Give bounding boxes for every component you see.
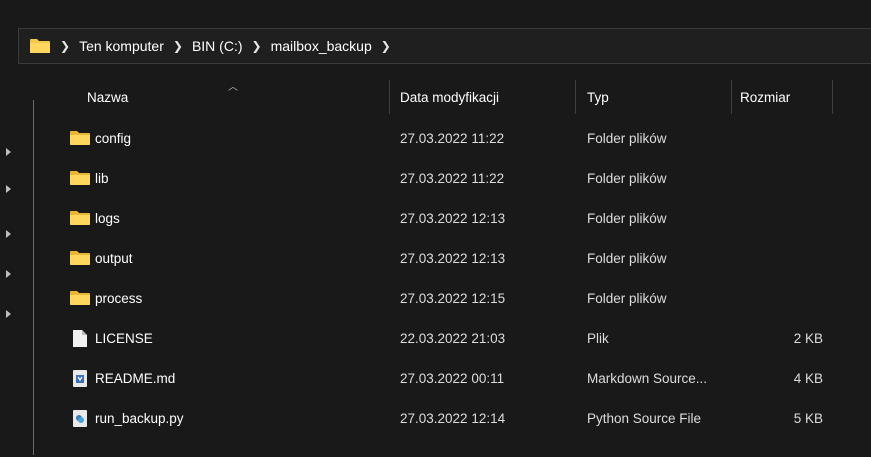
list-item[interactable]: LICENSE 22.03.2022 21:03 Plik 2 KB xyxy=(42,318,871,358)
column-header-date[interactable]: Data modyfikacji xyxy=(400,78,499,116)
folder-icon xyxy=(70,130,90,146)
file-type: Python Source File xyxy=(587,410,702,426)
navigation-pane xyxy=(0,64,40,457)
file-date: 27.03.2022 12:13 xyxy=(400,210,506,226)
list-item[interactable]: README.md 27.03.2022 00:11 Markdown Sour… xyxy=(42,358,871,398)
file-type: Markdown Source... xyxy=(587,370,708,386)
list-item[interactable]: process 27.03.2022 12:15 Folder plików xyxy=(42,278,871,318)
chevron-right-icon[interactable]: ❯ xyxy=(381,39,391,53)
expand-arrow-icon[interactable] xyxy=(6,148,11,156)
python-file-icon xyxy=(70,409,90,427)
markdown-file-icon xyxy=(70,369,90,387)
column-divider[interactable] xyxy=(731,80,732,114)
sort-ascending-icon: ︿ xyxy=(228,82,238,93)
file-size xyxy=(743,118,823,158)
column-header-name[interactable]: Nazwa xyxy=(87,78,128,116)
file-name: logs xyxy=(95,210,120,226)
file-name: process xyxy=(95,290,143,306)
file-size xyxy=(743,238,823,278)
file-type: Folder plików xyxy=(587,290,667,306)
folder-icon xyxy=(70,290,90,306)
breadcrumb-this-pc[interactable]: Ten komputer xyxy=(79,38,164,54)
file-explorer-window: ❯ Ten komputer ❯ BIN (C:) ❯ mailbox_back… xyxy=(0,0,871,457)
file-date: 27.03.2022 11:22 xyxy=(400,170,505,186)
column-divider[interactable] xyxy=(832,80,833,114)
file-name: config xyxy=(95,130,132,146)
file-icon xyxy=(70,329,90,347)
file-date: 27.03.2022 12:13 xyxy=(400,250,506,266)
file-date: 27.03.2022 12:14 xyxy=(400,410,506,426)
list-item[interactable]: logs 27.03.2022 12:13 Folder plików xyxy=(42,198,871,238)
file-size: 5 KB xyxy=(793,410,823,426)
expand-arrow-icon[interactable] xyxy=(6,185,11,193)
folder-icon xyxy=(70,170,90,186)
folder-icon xyxy=(70,210,90,226)
file-type: Folder plików xyxy=(587,130,667,146)
file-name: output xyxy=(95,250,133,266)
file-date: 22.03.2022 21:03 xyxy=(400,330,506,346)
folder-icon xyxy=(29,38,51,54)
nav-pane-scroll-line xyxy=(33,100,34,455)
file-date: 27.03.2022 00:11 xyxy=(400,370,505,386)
file-type: Folder plików xyxy=(587,250,667,266)
file-name: lib xyxy=(95,170,109,186)
list-item[interactable]: config 27.03.2022 11:22 Folder plików xyxy=(42,118,871,158)
list-item[interactable]: run_backup.py 27.03.2022 12:14 Python So… xyxy=(42,398,871,438)
file-size xyxy=(743,278,823,318)
chevron-right-icon[interactable]: ❯ xyxy=(173,39,183,53)
file-name: run_backup.py xyxy=(95,410,184,426)
breadcrumb-drive[interactable]: BIN (C:) xyxy=(192,38,243,54)
file-date: 27.03.2022 11:22 xyxy=(400,130,505,146)
expand-arrow-icon[interactable] xyxy=(6,310,11,318)
file-date: 27.03.2022 12:15 xyxy=(400,290,506,306)
file-name: README.md xyxy=(95,370,176,386)
column-header-type[interactable]: Typ xyxy=(587,78,609,116)
file-name: LICENSE xyxy=(95,330,153,346)
chevron-right-icon[interactable]: ❯ xyxy=(60,39,70,53)
file-size xyxy=(743,158,823,198)
folder-icon xyxy=(70,250,90,266)
file-size: 4 KB xyxy=(793,370,823,386)
expand-arrow-icon[interactable] xyxy=(6,270,11,278)
list-item[interactable]: output 27.03.2022 12:13 Folder plików xyxy=(42,238,871,278)
expand-arrow-icon[interactable] xyxy=(6,230,11,238)
breadcrumb-folder[interactable]: mailbox_backup xyxy=(271,38,372,54)
column-header-size[interactable]: Rozmiar xyxy=(740,78,790,116)
file-type: Plik xyxy=(587,330,609,346)
file-list: config 27.03.2022 11:22 Folder plików li… xyxy=(42,118,871,438)
file-type: Folder plików xyxy=(587,170,667,186)
column-divider[interactable] xyxy=(575,80,576,114)
address-bar[interactable]: ❯ Ten komputer ❯ BIN (C:) ❯ mailbox_back… xyxy=(18,28,871,64)
column-header-row: ︿ Nazwa Data modyfikacji Typ Rozmiar xyxy=(42,78,871,116)
file-size xyxy=(743,198,823,238)
chevron-right-icon[interactable]: ❯ xyxy=(252,39,262,53)
list-item[interactable]: lib 27.03.2022 11:22 Folder plików xyxy=(42,158,871,198)
file-type: Folder plików xyxy=(587,210,667,226)
file-size: 2 KB xyxy=(793,330,823,346)
column-divider[interactable] xyxy=(389,80,390,114)
